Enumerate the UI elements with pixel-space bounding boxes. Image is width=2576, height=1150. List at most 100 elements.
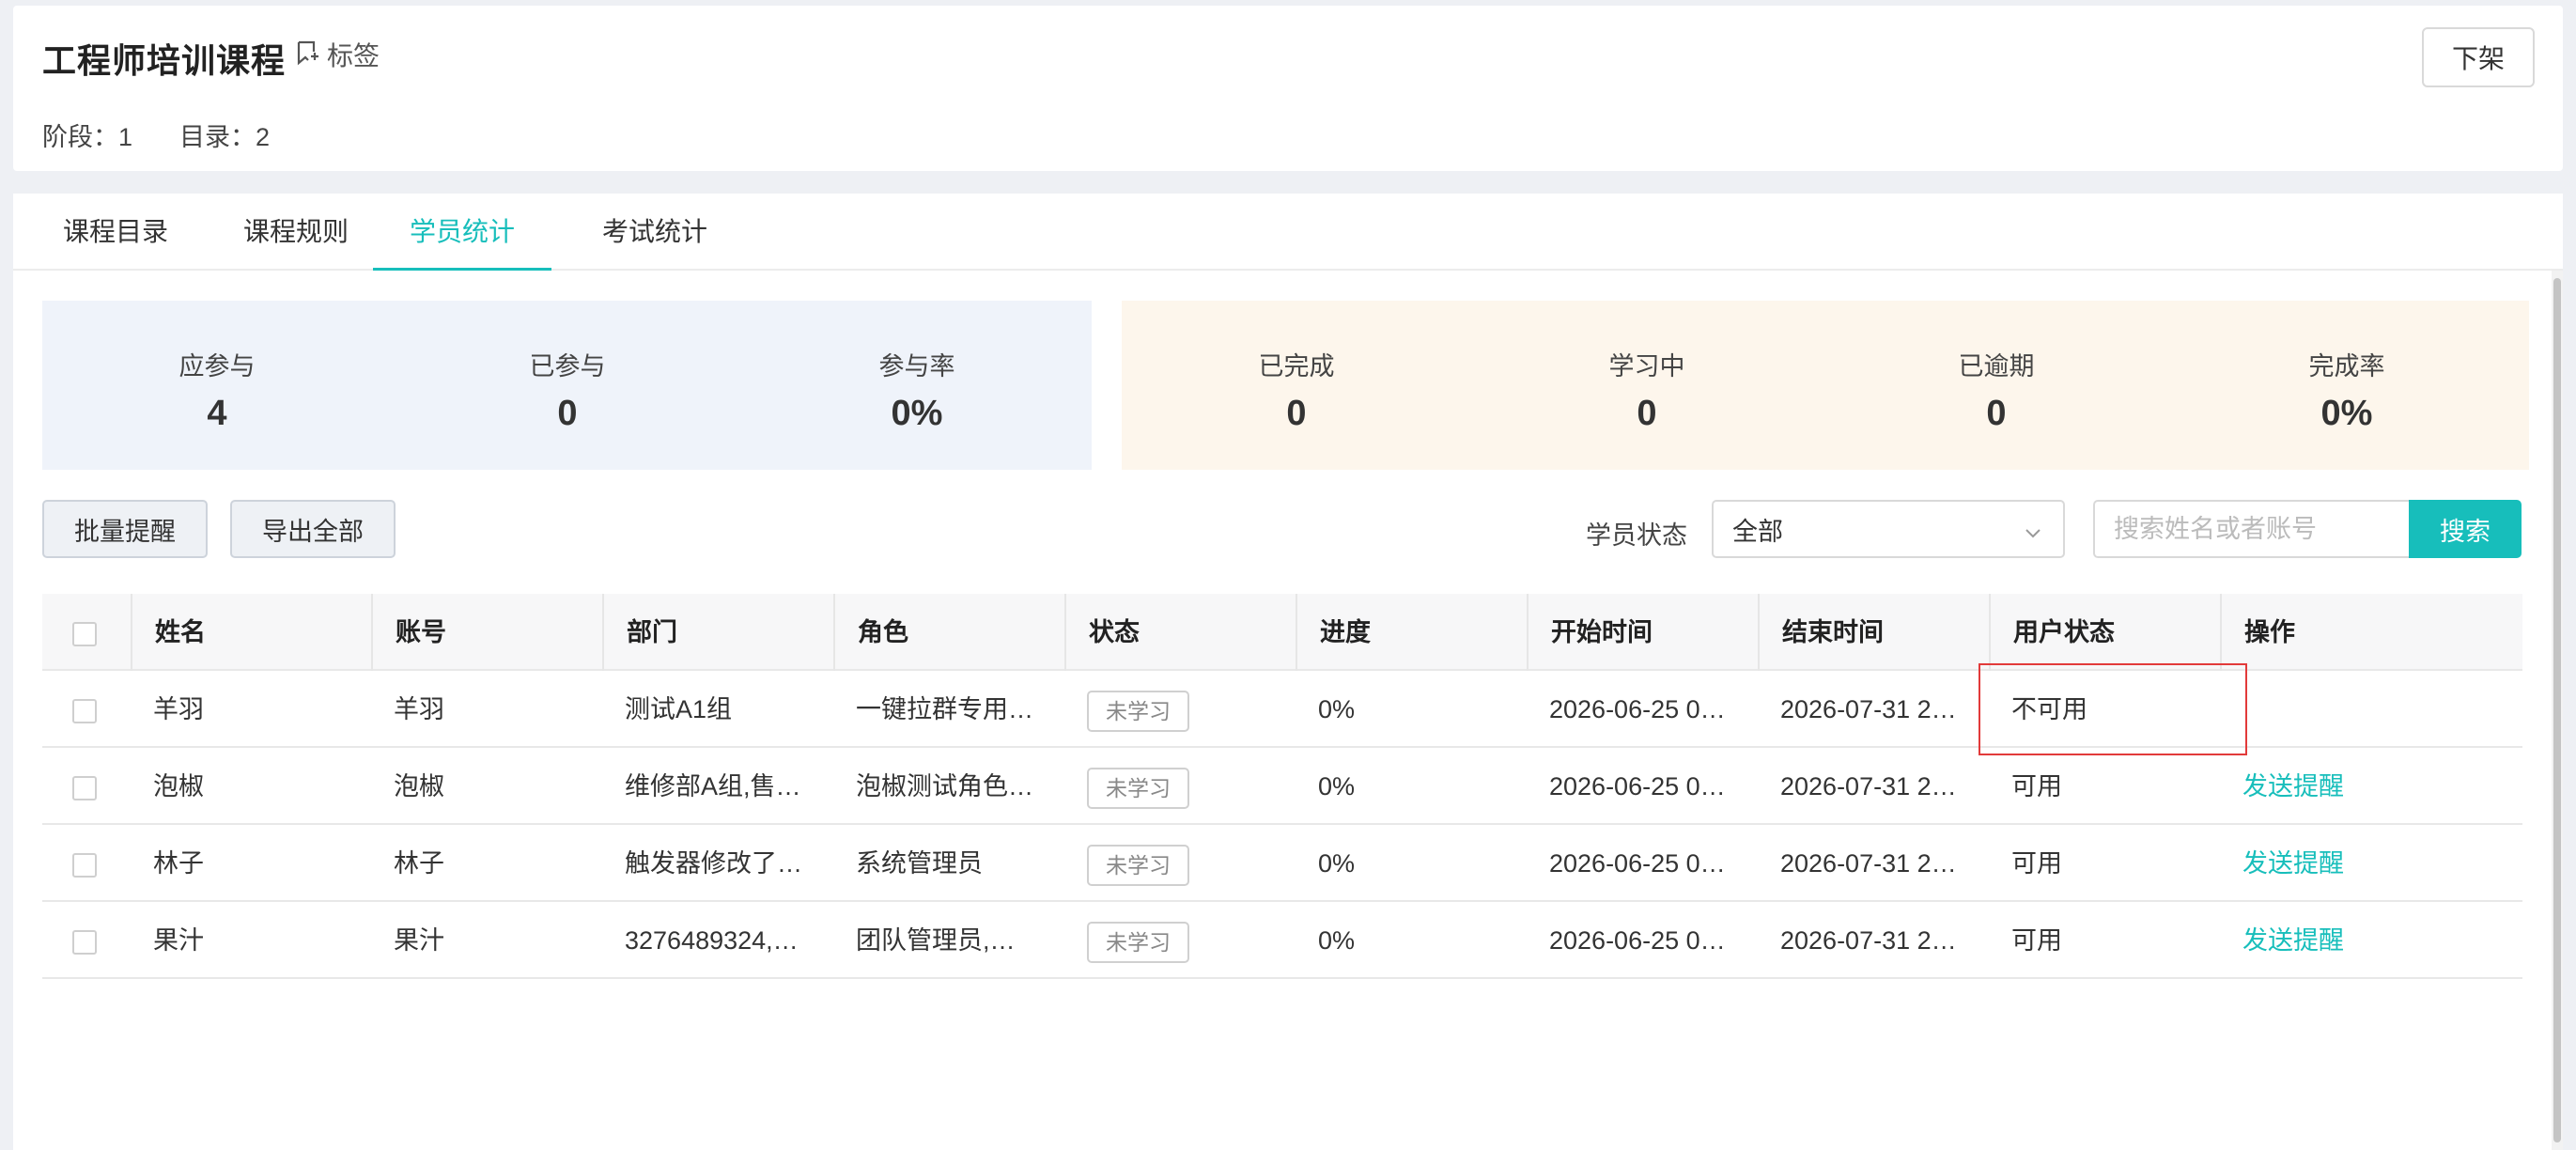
bookmark-icon (295, 39, 319, 70)
offshelf-button[interactable]: 下架 (2422, 27, 2535, 87)
row-checkbox[interactable] (72, 930, 97, 955)
cell-department: 测试A1组 (625, 695, 733, 723)
stat-value: 0% (2320, 394, 2373, 433)
student-status-select[interactable]: 全部 (1712, 500, 2065, 558)
batch-remind-button[interactable]: 批量提醒 (42, 500, 208, 558)
cell-name: 果汁 (153, 926, 204, 955)
stat-learning: 学习中 0 (1609, 301, 1685, 470)
cell-start-time: 2026-06-25 0… (1549, 772, 1726, 800)
stat-label: 已参与 (529, 352, 606, 381)
search-button[interactable]: 搜索 (2409, 500, 2522, 558)
cell-department: 触发器修改了… (625, 849, 802, 878)
tab-exam-stats[interactable]: 考试统计 (575, 194, 735, 271)
stat-label: 已完成 (1258, 352, 1335, 381)
search-input[interactable] (2093, 500, 2424, 558)
column-header[interactable]: 操作 (2220, 594, 2522, 671)
status-badge: 未学习 (1087, 844, 1189, 886)
cell-status: 未学习 (1064, 902, 1296, 979)
cell-start-time: 2026-06-25 0… (1549, 926, 1726, 955)
cell-department: 3276489324,… (625, 926, 799, 955)
course-title: 工程师培训课程 (42, 41, 287, 80)
status-badge: 未学习 (1087, 921, 1189, 963)
students-table: 姓名 账号 部门 角色 状态 进度 开始时间 结束时间 用户状态 操作 羊羽 羊… (42, 594, 2522, 979)
table-row: 泡椒 泡椒 维修部A组,售… 泡椒测试角色… 未学习 0% 2026-06-25… (42, 748, 2522, 825)
cell-account: 泡椒 (394, 772, 444, 800)
cell-user-status: 可用 (2011, 926, 2062, 955)
table-row: 羊羽 羊羽 测试A1组 一键拉群专用… 未学习 0% 2026-06-25 0…… (42, 671, 2522, 748)
tab-student-stats[interactable]: 学员统计 (373, 194, 551, 271)
stat-joined: 已参与 0 (530, 301, 606, 470)
cell-account: 林子 (394, 849, 444, 878)
stat-join-rate: 参与率 0% (879, 301, 955, 470)
chevron-down-icon (2024, 521, 2042, 539)
column-header[interactable]: 角色 (833, 594, 1064, 671)
stat-label: 参与率 (878, 352, 955, 381)
tab-course-catalog[interactable]: 课程目录 (36, 194, 195, 271)
cell-status: 未学习 (1064, 825, 1296, 902)
stat-value: 0 (1637, 394, 1657, 433)
stat-overdue: 已逾期 0 (1959, 301, 2035, 470)
select-all-cell (42, 594, 131, 671)
stat-value: 0 (1286, 394, 1307, 433)
select-value: 全部 (1732, 517, 1783, 546)
cell-progress: 0% (1318, 695, 1356, 723)
row-checkbox[interactable] (72, 853, 97, 878)
cell-start-time: 2026-06-25 0… (1549, 849, 1726, 878)
status-badge: 未学习 (1087, 767, 1189, 809)
select-all-checkbox[interactable] (72, 622, 97, 646)
cell-user-status: 可用 (2011, 849, 2062, 878)
row-checkbox[interactable] (72, 699, 97, 723)
cell-start-time: 2026-06-25 0… (1549, 695, 1726, 723)
cell-progress: 0% (1318, 772, 1356, 800)
scrollbar-thumb[interactable] (2553, 278, 2561, 1142)
table-header: 姓名 账号 部门 角色 状态 进度 开始时间 结束时间 用户状态 操作 (42, 594, 2522, 671)
cell-role: 泡椒测试角色… (856, 772, 1033, 800)
column-header[interactable]: 结束时间 (1758, 594, 1989, 671)
scrollbar[interactable] (2552, 271, 2563, 1150)
row-select-cell (42, 825, 131, 902)
stat-value: 4 (207, 394, 227, 433)
stat-value: 0 (557, 394, 578, 433)
cell-name: 羊羽 (153, 695, 204, 723)
column-header[interactable]: 部门 (602, 594, 833, 671)
row-checkbox[interactable] (72, 776, 97, 800)
progress-stats-panel: 已完成 0 学习中 0 已逾期 0 完成率 0% (1122, 301, 2529, 470)
cell-end-time: 2026-07-31 2… (1780, 695, 1957, 723)
cell-role: 团队管理员,… (856, 926, 1016, 955)
column-header[interactable]: 开始时间 (1527, 594, 1758, 671)
send-reminder-link[interactable]: 发送提醒 (2220, 902, 2522, 979)
cell-role: 系统管理员 (856, 849, 983, 878)
tab-course-rules[interactable]: 课程规则 (216, 194, 376, 271)
catalog-count: 目录：2 (179, 123, 271, 151)
column-header[interactable]: 姓名 (131, 594, 371, 671)
export-all-button[interactable]: 导出全部 (230, 500, 396, 558)
stat-value: 0% (891, 394, 943, 433)
stat-label: 应参与 (178, 352, 256, 381)
tag-label: 标签 (327, 41, 380, 70)
main-panel: 课程目录 课程规则 学员统计 考试统计 应参与 4 已参与 0 参与率 0% 已… (13, 194, 2563, 1150)
table-row: 林子 林子 触发器修改了… 系统管理员 未学习 0% 2026-06-25 0…… (42, 825, 2522, 902)
cell-status: 未学习 (1064, 748, 1296, 825)
cell-department: 维修部A组,售… (625, 772, 801, 800)
send-reminder-link[interactable]: 发送提醒 (2220, 825, 2522, 902)
stat-completed: 已完成 0 (1259, 301, 1335, 470)
status-badge: 未学习 (1087, 690, 1189, 732)
tag-button[interactable]: 标签 (295, 36, 380, 73)
send-reminder-link[interactable]: 发送提醒 (2220, 748, 2522, 825)
cell-user-status: 可用 (2011, 772, 2062, 800)
stat-should-join: 应参与 4 (179, 301, 256, 470)
cell-account: 羊羽 (394, 695, 444, 723)
stat-value: 0 (1986, 394, 2007, 433)
table-row: 果汁 果汁 3276489324,… 团队管理员,… 未学习 0% 2026-0… (42, 902, 2522, 979)
student-status-label: 学员状态 (1586, 521, 1687, 550)
column-header[interactable]: 状态 (1064, 594, 1296, 671)
cell-user-status: 不可用 (2011, 695, 2087, 723)
column-header[interactable]: 账号 (371, 594, 602, 671)
cell-end-time: 2026-07-31 2… (1780, 772, 1957, 800)
column-header[interactable]: 用户状态 (1989, 594, 2220, 671)
send-reminder-link[interactable] (2220, 671, 2522, 748)
column-header[interactable]: 进度 (1296, 594, 1527, 671)
cell-progress: 0% (1318, 849, 1356, 878)
tab-bar: 课程目录 课程规则 学员统计 考试统计 (13, 194, 2563, 271)
stat-label: 学习中 (1608, 352, 1685, 381)
